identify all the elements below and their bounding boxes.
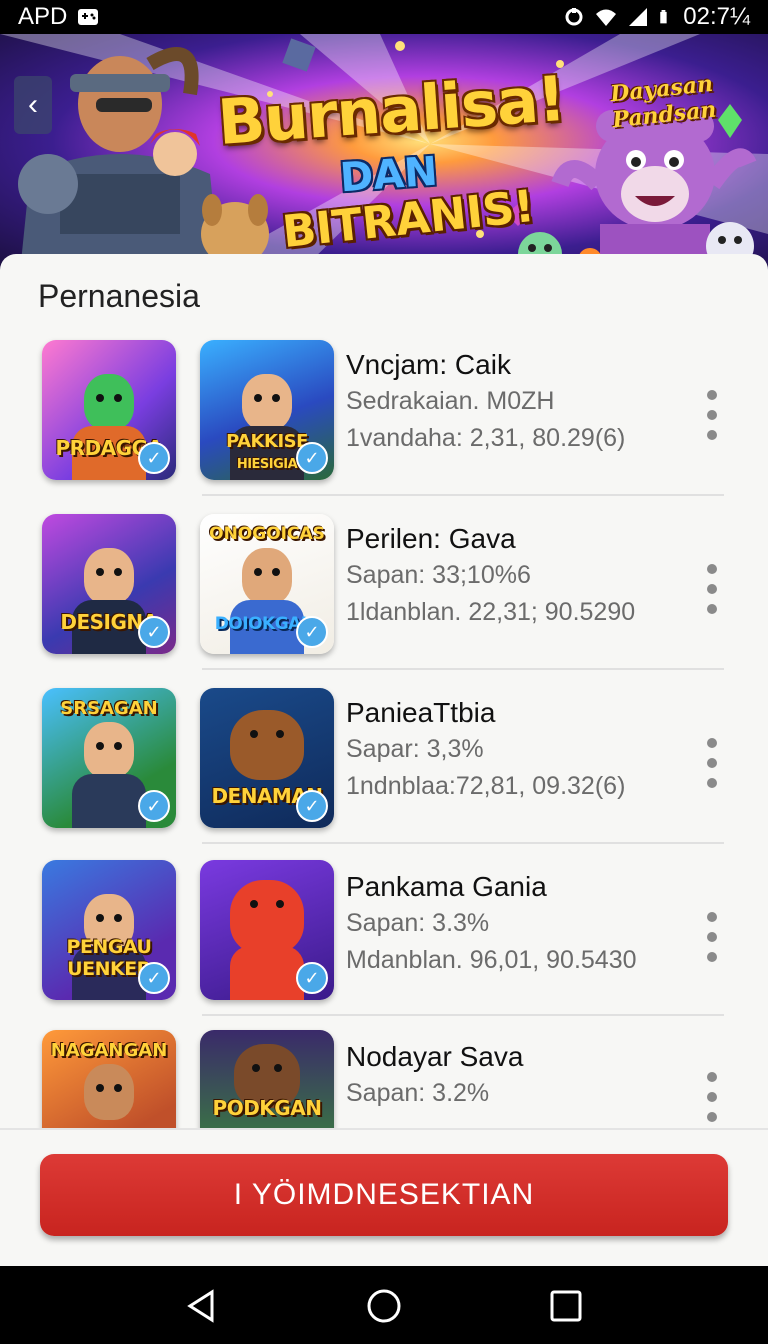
game-subtitle: Sapan: 33;10%6 — [346, 561, 531, 589]
more-options-icon[interactable] — [702, 912, 722, 962]
list-item[interactable]: PRDAGGA ✓ PAKKISE HIESIGIA ✓ Vncjam: Cai… — [0, 338, 768, 512]
verified-check-icon: ✓ — [296, 442, 328, 474]
recents-nav-icon[interactable] — [548, 1288, 584, 1324]
verified-check-icon: ✓ — [296, 962, 328, 994]
divider — [202, 1014, 724, 1016]
content-panel: Pernanesia PRDAGGA ✓ PAKKISE HIESIGIA ✓ … — [0, 254, 768, 1266]
game-info: PanieaTtbia Sapar: 3,3% 1ndnblaa:72,81, … — [346, 696, 625, 804]
game-subtitle: Sapan: 3.2% — [346, 1079, 490, 1107]
status-bar: APD 02:7¼ — [0, 0, 768, 34]
game-subtitle: Sapar: 3,3% — [346, 735, 484, 763]
game-icon-primary[interactable]: PRDAGGA ✓ — [42, 340, 176, 480]
more-options-icon[interactable] — [702, 738, 722, 788]
section-title: Pernanesia — [38, 278, 200, 314]
verified-check-icon: ✓ — [138, 616, 170, 648]
game-icon-top-label: NAGANGAN — [50, 1040, 168, 1061]
game-subtitle: Sedrakaian. M0ZH — [346, 387, 555, 415]
game-icon-top-label: ONOGOICAS — [209, 524, 325, 544]
game-icon-secondary[interactable]: PAKKISE HIESIGIA ✓ — [200, 340, 334, 480]
list-item[interactable]: PENGAU UENKER ✓ ✓ Pankama Gania Sapan: 3… — [0, 860, 768, 1034]
game-icon-secondary[interactable]: ONOGOICAS DOIOKGAIA ✓ — [200, 514, 334, 654]
more-options-icon[interactable] — [702, 390, 722, 440]
bottom-action-area: I YÖIMDNESEKTIAN — [0, 1128, 768, 1266]
signal-icon — [629, 8, 648, 26]
game-info: Pankama Gania Sapan: 3.3% Mdanblan. 96,0… — [346, 870, 637, 978]
game-info: Nodayar Sava Sapan: 3.2% — [346, 1040, 523, 1112]
game-controller-icon — [78, 9, 99, 25]
game-meta: Mdanblan. 96,01, 90.5430 — [346, 946, 637, 974]
game-info: Vncjam: Caik Sedrakaian. M0ZH 1vandaha: … — [346, 348, 625, 456]
verified-check-icon: ✓ — [138, 962, 170, 994]
game-icon-secondary[interactable]: ✓ — [200, 860, 334, 1000]
navigation-bar — [0, 1266, 768, 1344]
list-item[interactable]: SRSAGAN ✓ DENAMAN ✓ PanieaTtbia Sapar: 3… — [0, 686, 768, 860]
status-time: 02:7¼ — [683, 3, 750, 30]
more-options-icon[interactable] — [702, 564, 722, 614]
game-info: Perilen: Gava Sapan: 33;10%6 1ldanblan. … — [346, 522, 635, 630]
primary-action-button[interactable]: I YÖIMDNESEKTIAN — [40, 1154, 728, 1236]
game-name: Perilen: Gava — [346, 523, 516, 554]
game-meta: 1ndnblaa:72,81, 09.32(6) — [346, 772, 626, 800]
verified-check-icon: ✓ — [296, 790, 328, 822]
divider — [202, 668, 724, 670]
verified-check-icon: ✓ — [138, 790, 170, 822]
sync-icon — [565, 8, 583, 26]
game-icon-primary[interactable]: PENGAU UENKER ✓ — [42, 860, 176, 1000]
home-nav-icon[interactable] — [366, 1288, 402, 1324]
list-item[interactable]: DESIGNA ✓ ONOGOICAS DOIOKGAIA ✓ Perilen:… — [0, 512, 768, 686]
game-icon-label: PODKGAN — [212, 1096, 322, 1120]
verified-check-icon: ✓ — [138, 442, 170, 474]
game-icon-primary[interactable]: DESIGNA ✓ — [42, 514, 176, 654]
game-name: Pankama Gania — [346, 871, 547, 902]
hero-banner[interactable]: ‹ Burnalisa! DAN BITRANIS! Dayasan Pands… — [0, 34, 768, 272]
game-meta: 1vandaha: 2,31, 80.29(6) — [346, 424, 626, 452]
status-carrier-text: APD — [18, 3, 68, 30]
game-icon-top-label: SRSAGAN — [60, 698, 158, 719]
game-meta: 1ldanblan. 22,31; 90.5290 — [346, 598, 636, 626]
game-icon-secondary[interactable]: DENAMAN ✓ — [200, 688, 334, 828]
verified-check-icon: ✓ — [296, 616, 328, 648]
game-name: PanieaTtbia — [346, 697, 496, 728]
divider — [202, 494, 724, 496]
game-name: Vncjam: Caik — [346, 349, 511, 380]
battery-icon — [660, 10, 667, 24]
wifi-icon — [596, 9, 617, 26]
game-subtitle: Sapan: 3.3% — [346, 909, 490, 937]
back-nav-icon[interactable] — [184, 1288, 220, 1324]
game-name: Nodayar Sava — [346, 1041, 524, 1072]
game-icon-primary[interactable]: SRSAGAN ✓ — [42, 688, 176, 828]
back-button[interactable]: ‹ — [14, 76, 52, 134]
more-options-icon[interactable] — [702, 1072, 722, 1122]
divider — [202, 842, 724, 844]
